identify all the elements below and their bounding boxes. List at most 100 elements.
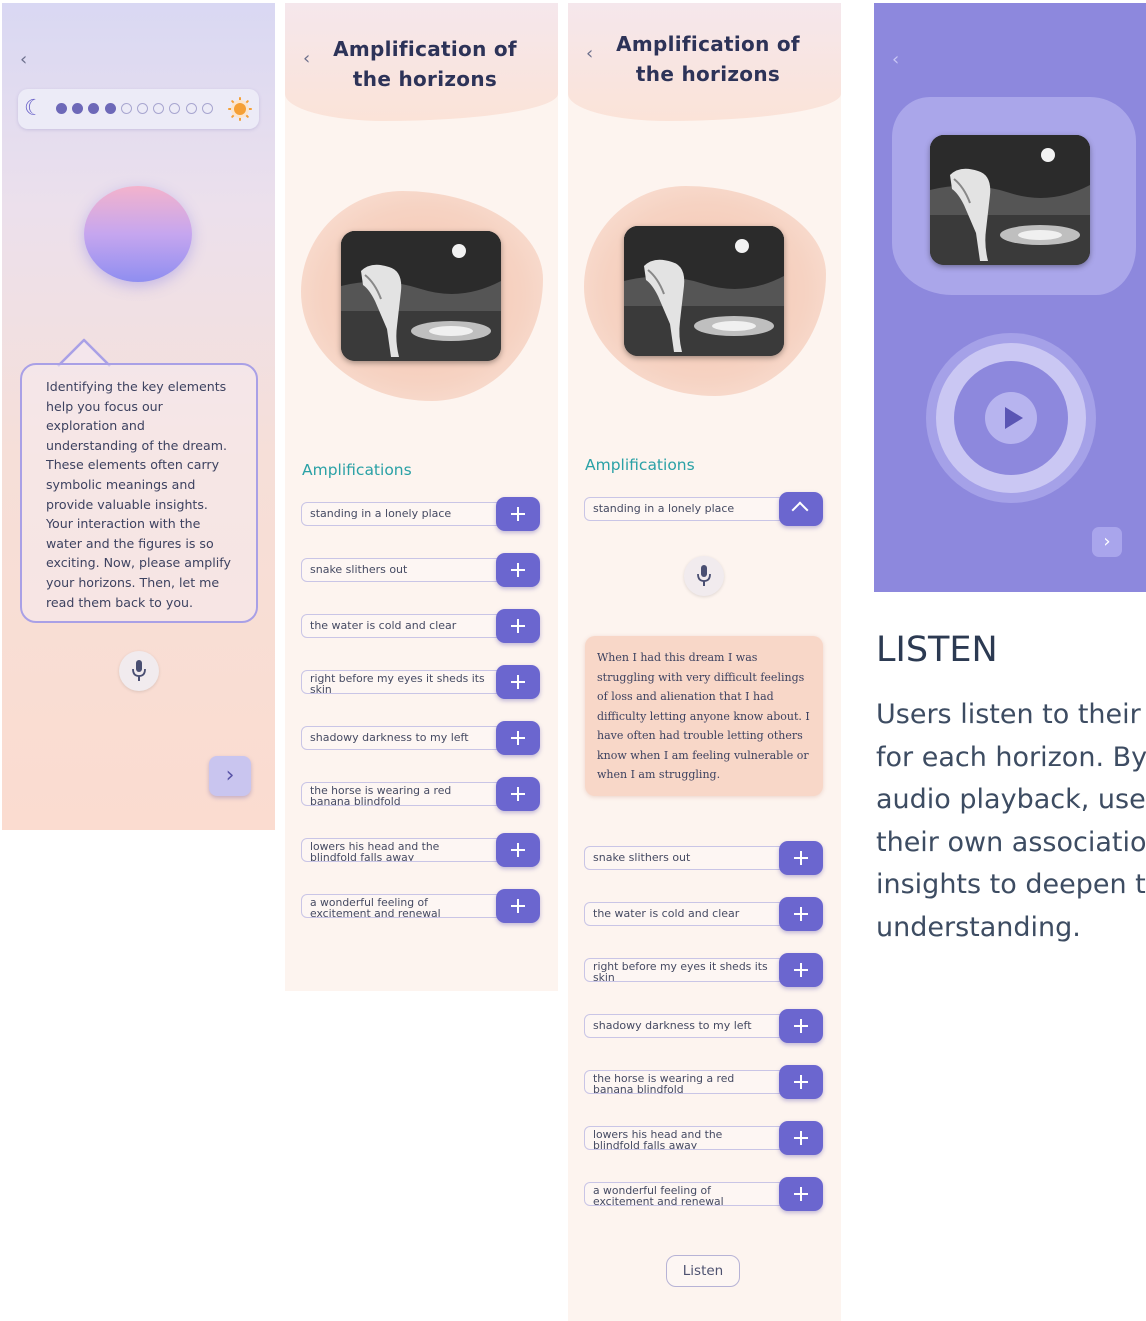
add-button[interactable] [496, 777, 540, 811]
amplification-text[interactable]: standing in a lonely place [584, 497, 794, 521]
add-button[interactable] [779, 1009, 823, 1043]
amplification-text[interactable]: the water is cold and clear [301, 614, 511, 638]
amplification-text-line: banana blindfold [310, 794, 401, 806]
note-text-line: difficulty letting anyone know about. I [597, 709, 810, 723]
add-button[interactable] [496, 833, 540, 867]
add-button[interactable] [779, 1065, 823, 1099]
add-button[interactable] [496, 721, 540, 755]
guide-text-line: understanding of the dream. [46, 437, 227, 453]
moon-icon: ☾ [24, 96, 44, 121]
progress-dot [185, 103, 197, 114]
amplification-text[interactable]: the horse is wearing a red banana blindfo… [584, 1070, 794, 1094]
description-line: for each horizon. By [876, 741, 1146, 773]
amplification-text-line: excitement and renewal [310, 906, 441, 918]
amplification-text-line: excitement and renewal [593, 1194, 724, 1206]
next-button[interactable]: › [1092, 527, 1122, 557]
note-text-line: struggling with very difficult feelings [597, 670, 805, 684]
amplification-item: right before my eyes it sheds its skin [584, 953, 824, 989]
amplification-text[interactable]: snake slithers out [301, 558, 511, 582]
progress-dot [72, 103, 84, 114]
play-icon [1005, 407, 1023, 429]
guide-text-line: Your interaction with the [46, 516, 201, 532]
description-line: understanding. [876, 911, 1081, 943]
dream-image [930, 135, 1090, 265]
note-text-line: of loss and alienation that I had [597, 690, 774, 703]
progress-dot [169, 103, 181, 114]
back-button[interactable]: ‹ [303, 48, 310, 69]
assistant-orb [84, 186, 192, 282]
amplification-text[interactable]: snake slithers out [584, 846, 794, 870]
microphone-button[interactable] [684, 556, 724, 596]
section-title: Amplifications [585, 456, 695, 474]
guide-text-line: your horizons. Then, let me [46, 574, 220, 590]
amplification-text[interactable]: shadowy darkness to my left [584, 1014, 794, 1038]
guide-text-line: exploration and [46, 418, 145, 434]
amplification-item: lowers his head and the blindfold falls a… [584, 1121, 824, 1157]
amplification-text-line: shadowy darkness to my left [310, 731, 469, 744]
guide-text-line: Identifying the key elements [46, 379, 227, 394]
back-button[interactable]: ‹ [586, 43, 593, 64]
guide-text-line: These elements often carry [46, 457, 220, 473]
add-button[interactable] [496, 609, 540, 643]
amplification-text[interactable]: a wonderful feeling of excitement and ren… [301, 894, 511, 918]
amplification-item: the water is cold and clear [584, 897, 824, 933]
amplification-item-expanded: standing in a lonely place [584, 492, 824, 528]
add-button[interactable] [779, 953, 823, 987]
amplification-text[interactable]: shadowy darkness to my left [301, 726, 511, 750]
guide-text-line: read them back to you. [46, 594, 194, 610]
add-button[interactable] [496, 889, 540, 923]
progress-dot [120, 103, 132, 114]
amplification-item: shadowy darkness to my left [584, 1009, 824, 1045]
amplification-text[interactable]: a wonderful feeling of excitement and ren… [584, 1182, 794, 1206]
amplification-item: shadowy darkness to my left [301, 721, 541, 757]
description-line: audio playback, use [876, 784, 1146, 815]
add-button[interactable] [779, 1177, 823, 1211]
progress-dot [201, 103, 213, 114]
amplification-text[interactable]: right before my eyes it sheds its skin [584, 958, 794, 982]
amplification-item: snake slithers out [301, 553, 541, 589]
add-button[interactable] [779, 897, 823, 931]
add-button[interactable] [496, 497, 540, 531]
amplification-text-line: the water is cold and clear [310, 619, 457, 632]
listen-screen: ‹ › [874, 3, 1146, 592]
listen-button[interactable]: Listen [666, 1255, 740, 1287]
microphone-button[interactable] [119, 651, 159, 691]
section-description: Users listen to their for each horizon. B… [876, 694, 1146, 954]
amplification-item: standing in a lonely place [301, 497, 541, 533]
collapse-button[interactable] [779, 492, 823, 526]
amplification-text-line: standing in a lonely place [310, 507, 452, 520]
add-button[interactable] [496, 665, 540, 699]
back-button[interactable]: ‹ [892, 49, 899, 70]
add-button[interactable] [779, 841, 823, 875]
amplification-text[interactable]: lowers his head and the blindfold falls a… [301, 838, 511, 862]
progress-dot [104, 103, 116, 114]
amplification-text[interactable]: the horse is wearing a red banana blindfo… [301, 782, 511, 806]
guide-message-text: Identifying the key elements help you foc… [46, 377, 246, 612]
amplification-text[interactable]: right before my eyes it sheds its skin [301, 670, 511, 694]
play-button[interactable] [985, 392, 1037, 444]
guide-text-line: water and the figures is so [46, 535, 214, 551]
add-button[interactable] [496, 553, 540, 587]
amplification-text-line: skin [593, 970, 615, 982]
amplification-item: the water is cold and clear [301, 609, 541, 645]
add-button[interactable] [779, 1121, 823, 1155]
note-text-line: when I am struggling. [597, 768, 721, 781]
amplification-expanded-screen: ‹ Amplification of the horizons Amplific… [568, 3, 841, 1321]
amplification-text[interactable]: standing in a lonely place [301, 502, 511, 526]
amplification-item: lowers his head and the blindfold falls a… [301, 833, 541, 869]
sun-icon [228, 97, 252, 121]
amplification-text-line: snake slithers out [310, 563, 408, 576]
amplification-text[interactable]: lowers his head and the blindfold falls a… [584, 1126, 794, 1150]
page-title-line2: the horizons [635, 62, 781, 86]
progress-dot [88, 103, 100, 114]
note-text-line: know when I am feeling vulnerable or [597, 748, 809, 762]
amplification-text[interactable]: the water is cold and clear [584, 902, 794, 926]
progress-bar: ☾ [18, 89, 259, 129]
dream-image [341, 231, 501, 361]
amplification-text-line: skin [310, 682, 332, 694]
page-title-line1: Amplification of [333, 37, 517, 61]
description-line: insights to deepen t [876, 869, 1146, 900]
next-button[interactable]: › [209, 756, 251, 796]
amplification-text-line: the water is cold and clear [593, 907, 740, 920]
back-button[interactable]: ‹ [20, 49, 27, 70]
